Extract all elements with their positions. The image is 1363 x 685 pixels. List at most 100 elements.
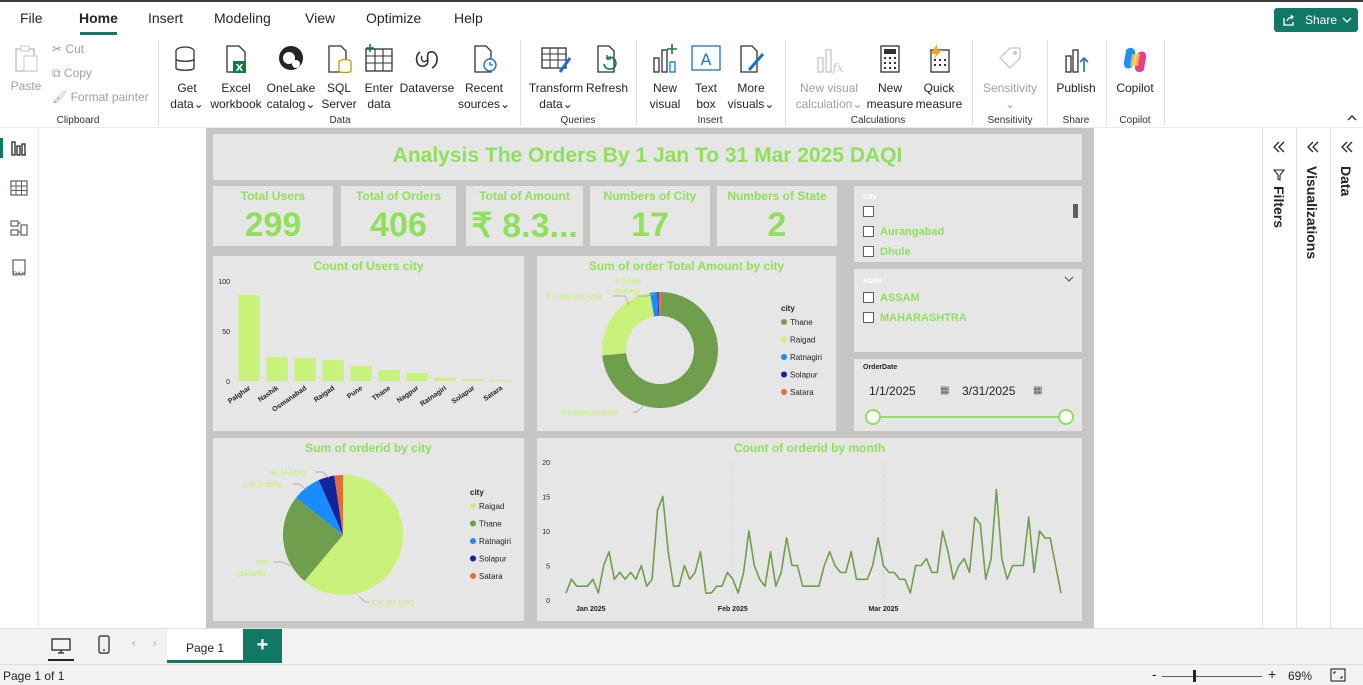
users-by-city-chart[interactable]: Count of Users city 0 50 100 Palghar Nashik O… [213, 256, 524, 431]
chevron-down-icon[interactable] [1064, 275, 1074, 283]
text-box-label-1: Text [694, 81, 717, 95]
data-pane[interactable]: Data [1330, 128, 1363, 628]
zoom-in-button[interactable]: + [1268, 666, 1276, 682]
end-date-input[interactable]: 3/31/2025 [962, 384, 1015, 398]
kpi-card-total-orders[interactable]: Total of Orders 406 [341, 186, 456, 246]
paste-button[interactable]: Paste [10, 44, 42, 94]
format-painter-label: Format painter [70, 90, 149, 104]
onelake-catalog-button[interactable]: OneLake catalog⌄ [265, 44, 317, 112]
dataverse-button[interactable]: Dataverse [399, 44, 455, 96]
copilot-label: Copilot [1116, 81, 1154, 95]
legend-title: city [781, 304, 795, 313]
expand-icon[interactable] [1307, 141, 1319, 153]
x-tick-label: Mar 2025 [868, 606, 898, 613]
page-tab-page1[interactable]: Page 1 [167, 629, 243, 663]
new-measure-button[interactable]: New measure [866, 44, 914, 112]
previous-page-icon[interactable]: ‹ [132, 638, 135, 649]
sql-server-button[interactable]: SQL Server [318, 44, 360, 112]
recent-sources-button[interactable]: Recent sources⌄ [456, 44, 512, 112]
checkbox[interactable] [863, 226, 874, 237]
cut-button[interactable]: ✂ Cut [52, 42, 84, 56]
model-view-icon[interactable] [9, 218, 29, 238]
zoom-slider-thumb[interactable] [1193, 670, 1196, 682]
excel-label-2: workbook [210, 97, 262, 111]
slicer-item[interactable]: MAHARASHTRA [880, 312, 967, 324]
amount-by-city-chart[interactable]: Sum of order Total Amount by city city Th… [537, 256, 836, 431]
slicer-item[interactable]: ASSAM [880, 292, 920, 304]
add-page-button[interactable]: + [243, 629, 282, 663]
quick-measure-button[interactable]: Quick measure [914, 44, 964, 112]
report-title-card: Analysis The Orders By 1 Jan To 31 Mar 2… [213, 134, 1082, 180]
orderid-by-month-chart[interactable]: Count of orderid by month 0 5 10 15 20 Jan 20… [537, 438, 1082, 621]
enter-data-button[interactable]: Enter data [361, 44, 397, 112]
dax-query-view-icon[interactable]: DAX [9, 258, 29, 278]
next-page-icon[interactable]: › [153, 638, 156, 649]
expand-icon[interactable] [1341, 141, 1353, 153]
menu-optimize[interactable]: Optimize [366, 10, 421, 26]
order-date-slicer[interactable]: OrderDate 1/1/2025 ▦ 3/31/2025 ▦ [854, 359, 1082, 431]
excel-icon: X [226, 45, 246, 74]
menu-insert[interactable]: Insert [148, 10, 183, 26]
kpi-value: 406 [370, 206, 427, 244]
series-line [565, 488, 1062, 594]
get-data-button[interactable]: Get data⌄ [166, 44, 208, 112]
slicer-item[interactable]: Dhule [880, 246, 911, 258]
refresh-button[interactable]: Refresh [586, 44, 628, 96]
publish-icon [1065, 49, 1089, 73]
slicer-scrollbar[interactable] [1073, 204, 1078, 218]
desktop-layout-icon[interactable] [50, 637, 72, 655]
collapse-ribbon-icon[interactable] [1347, 114, 1357, 122]
more-visuals-label-2: visuals [727, 97, 765, 111]
transform-data-button[interactable]: Transform data⌄ [528, 44, 584, 112]
orderid-by-city-chart[interactable]: Sum of orderid by city city Raigad Thane Ra… [213, 438, 524, 621]
line-chart-svg: 0 5 10 15 20 Jan 2025 Feb 2025 Mar 2025 [542, 460, 1062, 613]
publish-button[interactable]: Publish [1052, 44, 1100, 96]
slicer-item[interactable]: Aurangabad [880, 226, 944, 238]
menu-file[interactable]: File [20, 10, 43, 26]
calendar-icon[interactable]: ▦ [1033, 385, 1042, 396]
copilot-button[interactable]: Copilot [1112, 44, 1158, 96]
new-visual-button[interactable]: New visual [644, 44, 686, 112]
state-slicer[interactable]: state ASSAM MAHARASHTRA [854, 269, 1082, 352]
kpi-card-total-users[interactable]: Total Users 299 [213, 186, 333, 246]
calendar-icon[interactable]: ▦ [940, 385, 949, 396]
kpi-card-numbers-of-state[interactable]: Numbers of State 2 [717, 186, 837, 246]
report-view-icon[interactable] [9, 138, 29, 158]
mobile-layout-icon[interactable] [97, 635, 111, 655]
menu-home[interactable]: Home [79, 10, 118, 26]
start-date-input[interactable]: 1/1/2025 [869, 384, 916, 398]
share-button[interactable]: Share [1274, 8, 1358, 32]
checkbox[interactable] [863, 312, 874, 323]
table-view-icon[interactable] [9, 178, 29, 198]
onelake-icon [279, 46, 303, 70]
checkbox[interactable] [863, 246, 874, 257]
visualizations-pane[interactable]: Visualizations [1296, 128, 1330, 628]
excel-workbook-button[interactable]: X Excel workbook [208, 44, 264, 112]
range-start-handle[interactable] [865, 409, 881, 425]
filters-pane[interactable]: Filters [1262, 128, 1296, 628]
menu-modeling[interactable]: Modeling [214, 10, 271, 26]
svg-text:DAX: DAX [13, 271, 26, 278]
copy-button[interactable]: ⧉ Copy [52, 66, 92, 81]
calculator-icon [880, 45, 900, 73]
city-slicer[interactable]: city Aurangabad Dhule [854, 186, 1082, 262]
more-visuals-button[interactable]: More visuals⌄ [726, 44, 776, 112]
checkbox[interactable] [863, 292, 874, 303]
zoom-out-button[interactable]: - [1152, 666, 1157, 682]
select-all-checkbox[interactable] [863, 206, 874, 217]
menu-help[interactable]: Help [454, 10, 483, 26]
new-visual-calculation-button[interactable]: fx New visual calculation⌄ [794, 44, 864, 112]
bar [490, 380, 512, 381]
fit-to-page-icon[interactable] [1330, 668, 1346, 682]
expand-icon[interactable] [1273, 141, 1285, 153]
kpi-card-total-amount[interactable]: Total of Amount ₹ 8.3... [466, 186, 583, 246]
menu-view[interactable]: View [305, 10, 335, 26]
brush-icon: 🖌 [52, 90, 68, 104]
zoom-slider-track[interactable] [1162, 676, 1262, 677]
bar [322, 360, 344, 381]
text-box-button[interactable]: A Text box [688, 44, 724, 112]
sensitivity-button[interactable]: Sensitivity ⌄ [978, 44, 1042, 112]
format-painter-button[interactable]: 🖌 Format painter [52, 90, 149, 104]
range-end-handle[interactable] [1058, 409, 1074, 425]
kpi-card-numbers-of-city[interactable]: Numbers of City 17 [590, 186, 710, 246]
